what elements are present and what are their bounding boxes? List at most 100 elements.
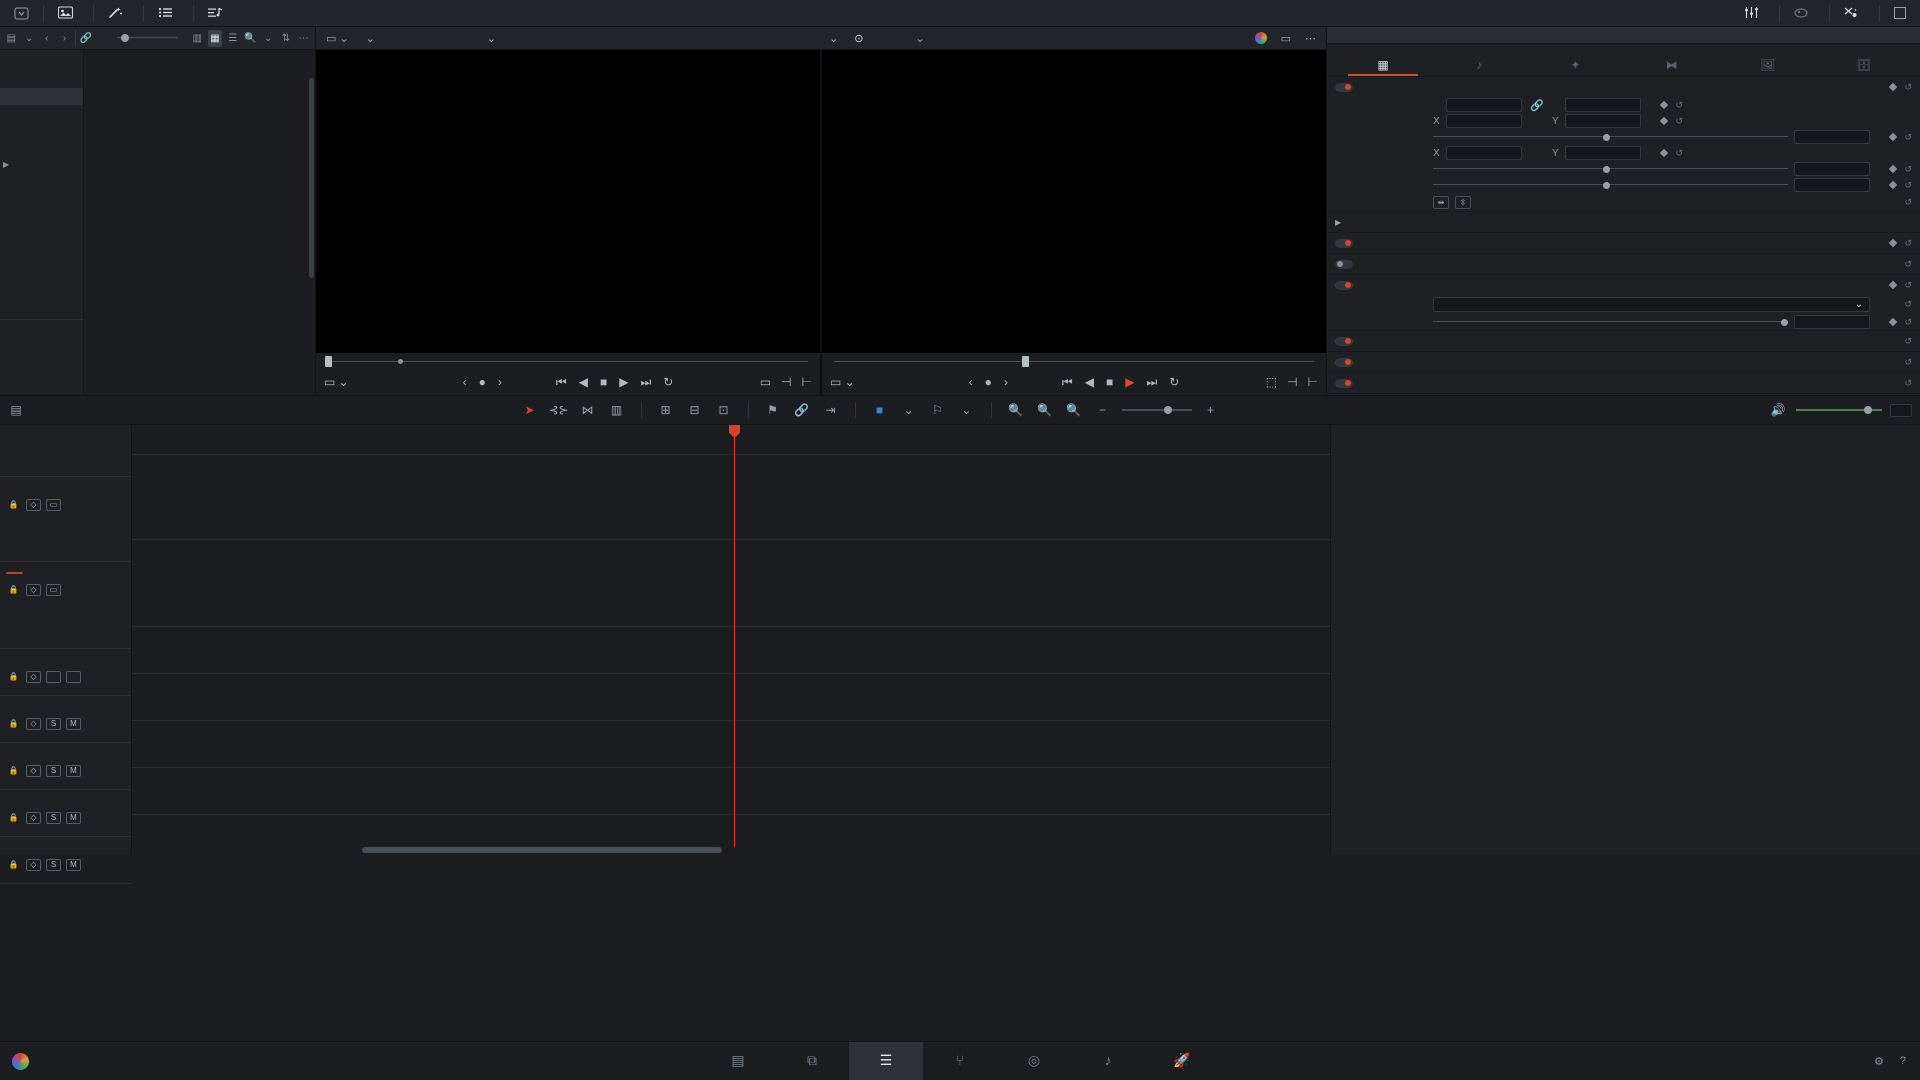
bin-item-airports[interactable]: ▶ [0, 156, 83, 173]
metadata-button[interactable] [1780, 0, 1829, 27]
viewer-layout-icon[interactable]: ▭ [1277, 32, 1295, 45]
opacity-slider[interactable] [1433, 316, 1788, 328]
page-fairlight[interactable]: ♪ [1071, 1042, 1145, 1080]
lock-icon[interactable]: 🔒 [6, 812, 21, 824]
source-scrubber[interactable] [316, 353, 820, 369]
yaw-reset-icon[interactable]: ↺ [1904, 180, 1912, 191]
transform-header[interactable]: ↺ [1327, 77, 1920, 97]
lens-correction-reset-icon[interactable]: ↺ [1904, 378, 1912, 389]
tree-section-keywords[interactable] [0, 354, 83, 371]
source-fit-dropdown[interactable]: ⌄ [359, 32, 379, 45]
track-header-a5[interactable]: 🔒 ◇ S M [0, 837, 131, 884]
overwrite-clip-button[interactable]: ⊟ [685, 401, 705, 420]
insert-clip-button[interactable]: ⊞ [656, 401, 676, 420]
solo-button[interactable]: S [46, 717, 61, 730]
timeline-loop-icon[interactable]: ↻ [1169, 375, 1179, 389]
source-out-point-icon[interactable]: ⊢ [802, 375, 812, 389]
pitch-reset-icon[interactable]: ↺ [1904, 164, 1912, 175]
forward-arrow-icon[interactable]: › [57, 30, 72, 47]
dynamic-zoom-enable-toggle[interactable] [1335, 259, 1353, 269]
auto-select-icon[interactable]: ◇ [26, 583, 41, 596]
mute-button[interactable]: M [66, 764, 81, 777]
page-edit[interactable]: ☰ [849, 1041, 923, 1080]
composite-mode-select[interactable]: ⌄ [1433, 297, 1870, 312]
source-match-frame-icon[interactable]: ▭ [760, 375, 771, 389]
rotation-reset-icon[interactable]: ↺ [1904, 132, 1912, 143]
auto-select-icon[interactable]: ◇ [26, 811, 41, 824]
opacity-input[interactable] [1794, 315, 1870, 329]
link-icon[interactable]: 🔗 [1528, 99, 1546, 112]
flag-color-button[interactable]: ⚐ [928, 401, 948, 420]
pitch-input[interactable] [1794, 162, 1870, 176]
transform-reset-icon[interactable]: ↺ [1904, 82, 1912, 93]
chevron-right-icon[interactable]: ▶ [3, 160, 9, 169]
position-keyframe-icon[interactable] [1660, 116, 1669, 126]
auto-select-icon[interactable]: ◇ [26, 717, 41, 730]
cropping-keyframe-icon[interactable] [1889, 238, 1898, 248]
track-visibility-icon[interactable]: ▭ [46, 583, 61, 596]
back-arrow-icon[interactable]: ‹ [39, 30, 54, 47]
anchor-x-input[interactable] [1446, 146, 1522, 160]
bin-item-interviews[interactable] [0, 173, 83, 190]
audio-db-value[interactable] [1890, 403, 1912, 417]
auto-select-icon[interactable]: ◇ [26, 858, 41, 871]
bin-item-edits[interactable] [0, 71, 83, 88]
opacity-reset-icon[interactable]: ↺ [1904, 317, 1912, 328]
timeline-view-options-icon[interactable]: ▤ [6, 401, 26, 420]
viewer-more-options-icon[interactable]: ⋯ [1301, 32, 1320, 45]
composite-mode-reset-icon[interactable]: ↺ [1904, 299, 1912, 310]
selection-tool[interactable]: ➤ [520, 401, 540, 420]
timeline-stop-icon[interactable]: ■ [1106, 375, 1113, 389]
tree-section-timelines[interactable] [0, 337, 83, 354]
tab-audio[interactable]: ♪ [1431, 58, 1527, 76]
composite-reset-icon[interactable]: ↺ [1904, 280, 1912, 291]
timeline-scrubber[interactable] [822, 353, 1326, 369]
zoom-reset-icon[interactable]: ↺ [1675, 100, 1683, 111]
stabilization-reset-icon[interactable]: ↺ [1904, 357, 1912, 368]
dynamic-zoom-reset-icon[interactable]: ↺ [1904, 259, 1912, 270]
chevron-right-icon[interactable]: ▶ [1335, 218, 1341, 227]
position-reset-icon[interactable]: ↺ [1675, 116, 1683, 127]
project-manager-button[interactable] [0, 0, 43, 27]
source-video-frame[interactable] [316, 50, 820, 353]
auto-select-icon[interactable]: ◇ [26, 498, 41, 511]
track-header-a4[interactable]: 🔒 ◇ S M [0, 790, 131, 837]
speed-change-header[interactable]: ↺ [1327, 331, 1920, 351]
track-header-a1[interactable]: 🔒 ◇ [0, 649, 131, 696]
bin-item-end-credits[interactable] [0, 122, 83, 139]
timeline-marker-icon[interactable]: ● [985, 375, 992, 389]
audio-level-slider[interactable] [1796, 404, 1882, 416]
bin-item-extra-shots[interactable] [0, 224, 83, 241]
zoom-fit-icon[interactable]: 🔍 [1035, 401, 1055, 420]
timeline-out-point-icon[interactable]: ⊢ [1308, 375, 1318, 389]
thumbnail-view-icon[interactable]: ▦ [207, 29, 223, 47]
stabilization-header[interactable]: ↺ [1327, 352, 1920, 372]
flip-reset-icon[interactable]: ↺ [1904, 197, 1912, 208]
rotation-slider[interactable] [1433, 131, 1788, 143]
timeline-viewer-mode-icon[interactable]: ▭ ⌄ [830, 375, 855, 389]
flip-vertical-button[interactable]: ⇳ [1455, 195, 1471, 209]
lock-icon[interactable]: 🔒 [6, 859, 21, 871]
replace-clip-button[interactable]: ⊡ [714, 401, 734, 420]
position-y-input[interactable] [1565, 114, 1641, 128]
tab-image[interactable]: 🖼 [1720, 58, 1816, 76]
anchor-reset-icon[interactable]: ↺ [1675, 148, 1683, 159]
sort-icon[interactable]: ⇅ [279, 30, 294, 47]
zoom-in-icon[interactable]: 🔍 [1064, 401, 1084, 420]
lock-icon[interactable]: 🔒 [6, 584, 21, 596]
timeline-tracks-area[interactable] [132, 425, 1330, 855]
more-options-icon[interactable]: ⋯ [296, 30, 311, 47]
track-header-a3[interactable]: 🔒 ◇ S M [0, 743, 131, 790]
source-next-marker-icon[interactable]: › [498, 375, 502, 389]
lock-icon[interactable]: 🔒 [6, 499, 21, 511]
marker-dropdown-icon[interactable]: ⌄ [899, 401, 919, 420]
page-cut[interactable]: ⧉ [775, 1042, 849, 1080]
razor-tool[interactable]: ▥ [607, 401, 627, 420]
yaw-input[interactable] [1794, 178, 1870, 192]
page-media[interactable]: ▤ [701, 1042, 775, 1080]
timeline-video-frame[interactable] [822, 50, 1326, 353]
cropping-reset-icon[interactable]: ↺ [1904, 238, 1912, 249]
edit-index-button[interactable] [144, 0, 193, 27]
timeline-jump-start-icon[interactable]: ⏮ [1062, 375, 1073, 390]
zoom-slider-minus[interactable]: − [1093, 401, 1113, 420]
